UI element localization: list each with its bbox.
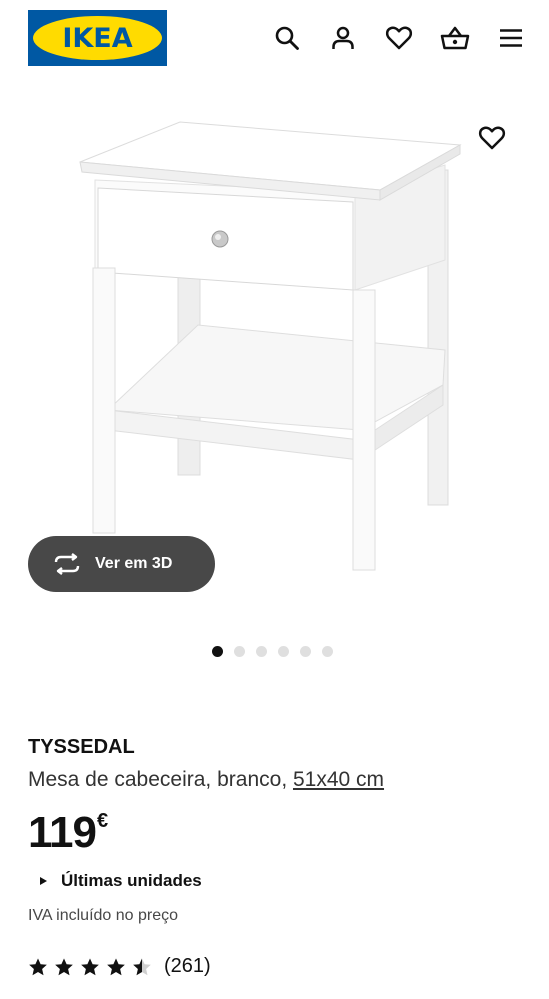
view-in-3d-button[interactable]: Ver em 3D: [28, 536, 215, 592]
logo-text: IKEA: [62, 22, 133, 54]
rotate-3d-icon: [52, 552, 82, 576]
carousel-dot[interactable]: [278, 646, 289, 657]
add-to-favourites-heart-icon[interactable]: [474, 120, 510, 156]
stock-status-text: Últimas unidades: [61, 871, 202, 890]
star-full-icon: [29, 958, 47, 975]
product-name: TYSSEDAL: [28, 736, 135, 758]
carousel-dot[interactable]: [256, 646, 267, 657]
vat-note: IVA incluído no preço: [28, 907, 179, 924]
ikea-logo[interactable]: IKEA: [28, 10, 167, 66]
price-currency: €: [96, 810, 109, 832]
view-in-3d-label: Ver em 3D: [95, 555, 173, 572]
price-amount: 119: [28, 808, 97, 857]
carousel-dot[interactable]: [212, 646, 223, 657]
product-rating[interactable]: (261): [28, 955, 211, 978]
product-dimensions-link[interactable]: 51x40 cm: [293, 768, 384, 791]
review-count: (261): [164, 955, 211, 977]
image-carousel-dots: [212, 646, 333, 657]
star-full-icon: [107, 958, 125, 975]
star-half-icon: [133, 958, 151, 975]
product-image-bedside-table[interactable]: [60, 110, 480, 580]
stock-status[interactable]: Últimas unidades: [40, 871, 202, 891]
search-icon[interactable]: [271, 22, 303, 54]
star-full-icon: [55, 958, 73, 975]
product-price: 119 €: [28, 808, 108, 858]
basket-icon[interactable]: [439, 22, 471, 54]
rating-stars: [28, 957, 152, 977]
caret-right-icon: [40, 877, 47, 885]
header-icons: [271, 22, 527, 54]
carousel-dot[interactable]: [300, 646, 311, 657]
star-full-icon: [81, 958, 99, 975]
header: IKEA: [0, 0, 549, 80]
product-description-text: Mesa de cabeceira, branco,: [28, 768, 293, 791]
heart-icon[interactable]: [383, 22, 415, 54]
menu-icon[interactable]: [495, 22, 527, 54]
user-icon[interactable]: [327, 22, 359, 54]
carousel-dot[interactable]: [322, 646, 333, 657]
carousel-dot[interactable]: [234, 646, 245, 657]
product-description: Mesa de cabeceira, branco, 51x40 cm: [28, 768, 384, 792]
